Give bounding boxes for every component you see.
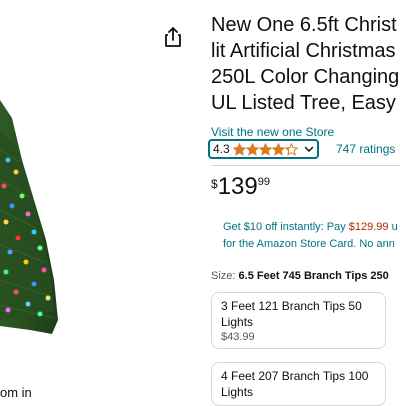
- size-selector-label: Size: 6.5 Feet 745 Branch Tips 250: [211, 270, 400, 282]
- size-option-name-line: Lights: [221, 385, 254, 399]
- size-label: Size:: [211, 270, 239, 282]
- store-card-promo[interactable]: Get $10 off instantly: Pay $129.99 u for…: [223, 219, 400, 253]
- visit-store-link[interactable]: Visit the new one Store: [211, 125, 334, 139]
- promo-price: $129.99: [348, 221, 389, 233]
- promo-text-tail: u: [388, 221, 398, 233]
- christmas-tree-image: [0, 100, 58, 334]
- star-icon: [271, 142, 285, 156]
- share-icon[interactable]: [160, 24, 186, 50]
- chevron-down-icon: [304, 146, 314, 153]
- product-title-line: UL Listed Tree, Easy: [211, 92, 396, 114]
- rating-dropdown[interactable]: 4.3: [208, 139, 319, 159]
- promo-text-line2: for the Amazon Store Card. No ann: [223, 238, 395, 250]
- star-icon: [232, 142, 246, 156]
- price-whole: 139: [217, 173, 258, 200]
- star-icon: [245, 142, 259, 156]
- price-fraction: 99: [257, 176, 270, 188]
- rating-value: 4.3: [213, 142, 230, 156]
- size-option-name-line: 3 Feet 121 Branch Tips 50: [221, 299, 362, 313]
- size-option[interactable]: 4 Feet 207 Branch Tips 100 Lights: [211, 362, 386, 406]
- size-option-name-line: 4 Feet 207 Branch Tips 100: [221, 369, 369, 383]
- product-title: New One 6.5ft Christ lit Artificial Chri…: [211, 12, 400, 116]
- product-title-line: 250L Color Changing: [211, 66, 400, 88]
- star-rating: [232, 142, 298, 156]
- size-option-name: 3 Feet 121 Branch Tips 50 Lights: [221, 298, 376, 330]
- product-title-line: lit Artificial Christmas: [211, 40, 396, 62]
- promo-text: Get $10 off instantly: Pay: [223, 221, 349, 233]
- ratings-count-link[interactable]: 747 ratings: [336, 142, 395, 156]
- size-option-price: $43.99: [221, 331, 255, 343]
- price: $13999: [211, 173, 270, 201]
- price-symbol: $: [211, 177, 218, 191]
- size-option-name: 4 Feet 207 Branch Tips 100 Lights: [221, 368, 376, 400]
- divider: [211, 165, 400, 166]
- zoom-hint-text: om in: [0, 385, 32, 400]
- star-icon: [258, 142, 272, 156]
- product-title-line: New One 6.5ft Christ: [211, 14, 397, 36]
- size-option[interactable]: 3 Feet 121 Branch Tips 50 Lights $43.99: [211, 292, 386, 349]
- size-option-name-line: Lights: [221, 315, 254, 329]
- star-icon: [284, 142, 298, 156]
- selected-size: 6.5 Feet 745 Branch Tips 250: [238, 270, 389, 282]
- product-image-pane[interactable]: om in: [0, 0, 200, 400]
